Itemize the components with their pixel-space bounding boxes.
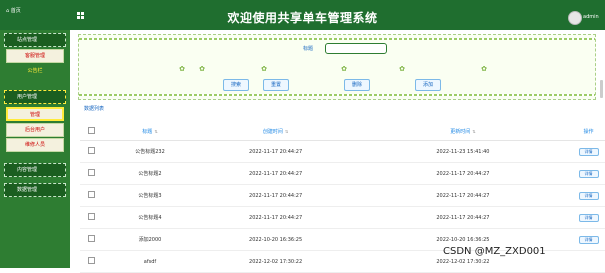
sidebar-group-label: 站点管理 bbox=[17, 37, 38, 43]
cell-updated: 2022-11-17 20:44:27 bbox=[353, 206, 573, 229]
cell-created: 2022-11-17 20:44:27 bbox=[197, 140, 354, 163]
sidebar-group-label: 内容管理 bbox=[17, 167, 38, 173]
avatar[interactable] bbox=[568, 11, 582, 25]
vine-decoration bbox=[79, 94, 595, 96]
sidebar-item-label: 公告栏 bbox=[27, 68, 43, 74]
main-content: 标题 ✿ ✿ ✿ ✿ ✿ ✿ 搜索 重置 删除 添加 数据列表 标题 ⇅ 创建时间… bbox=[70, 30, 605, 273]
sort-icon: ⇅ bbox=[154, 128, 158, 134]
username[interactable]: admin bbox=[583, 14, 599, 20]
row-checkbox[interactable] bbox=[80, 184, 103, 207]
top-bar: ⌂ 首页 欢迎使用共享单车管理系统 admin bbox=[0, 0, 605, 30]
sidebar-group-data[interactable]: 数据管理 bbox=[4, 183, 66, 197]
detail-button[interactable]: 详情 bbox=[578, 213, 599, 222]
sidebar-item-repair[interactable]: 维修人员 bbox=[6, 138, 64, 152]
page-title: 欢迎使用共享单车管理系统 bbox=[227, 11, 378, 25]
cell-updated: 2022-11-23 15:41:40 bbox=[353, 140, 573, 163]
search-input[interactable] bbox=[325, 43, 387, 54]
row-checkbox[interactable] bbox=[80, 228, 103, 251]
cell-created: 2022-11-17 20:44:27 bbox=[197, 206, 354, 229]
column-header-updated[interactable]: 更新时间 ⇅ bbox=[353, 122, 573, 141]
detail-button[interactable]: 详情 bbox=[578, 235, 599, 244]
sidebar-group-site[interactable]: 站点管理 bbox=[4, 33, 66, 47]
cell-title: 公告标题3 bbox=[102, 184, 198, 207]
delete-button[interactable]: 删除 bbox=[344, 79, 370, 91]
search-label: 标题 bbox=[303, 46, 314, 52]
add-button[interactable]: 添加 bbox=[415, 79, 441, 91]
detail-button[interactable]: 详情 bbox=[578, 169, 599, 178]
sidebar-group-label: 用户管理 bbox=[17, 94, 38, 100]
sort-icon: ⇅ bbox=[472, 128, 476, 134]
sidebar-item-manage[interactable]: 管理 bbox=[6, 107, 64, 121]
column-header-title[interactable]: 标题 ⇅ bbox=[102, 122, 198, 141]
cell-title: 公告标题2 bbox=[102, 162, 198, 185]
row-checkbox[interactable] bbox=[80, 140, 103, 163]
search-panel: 标题 ✿ ✿ ✿ ✿ ✿ ✿ 搜索 重置 删除 添加 bbox=[78, 34, 596, 100]
cell-created: 2022-11-17 20:44:27 bbox=[197, 184, 354, 207]
detail-button[interactable]: 详情 bbox=[578, 147, 599, 156]
flower-icon: ✿ bbox=[481, 65, 487, 73]
cell-created: 2022-11-17 20:44:27 bbox=[197, 162, 354, 185]
row-checkbox[interactable] bbox=[80, 162, 103, 185]
row-checkbox[interactable] bbox=[80, 206, 103, 229]
column-header-actions: 操作 bbox=[572, 122, 605, 141]
sidebar-group-label: 数据管理 bbox=[17, 187, 38, 193]
sidebar-item-admin-users[interactable]: 后台用户 bbox=[6, 123, 64, 137]
sidebar-item-label: 维修人员 bbox=[24, 142, 45, 148]
select-all-checkbox[interactable] bbox=[80, 122, 103, 141]
cell-title: afsdf bbox=[102, 250, 198, 273]
table-header-row: 标题 ⇅ 创建时间 ⇅ 更新时间 ⇅ 操作 bbox=[80, 122, 605, 141]
flower-icon: ✿ bbox=[179, 65, 185, 73]
cell-created: 2022-12-02 17:30:22 bbox=[197, 250, 354, 273]
table-row: 公告标题3 2022-11-17 20:44:27 2022-11-17 20:… bbox=[80, 184, 605, 207]
flower-icon: ✿ bbox=[399, 65, 405, 73]
sidebar-item-notice[interactable]: 公告栏 bbox=[6, 65, 64, 79]
sidebar-item-label: 客服管理 bbox=[24, 53, 45, 59]
flower-icon: ✿ bbox=[261, 65, 267, 73]
flower-icon: ✿ bbox=[199, 65, 205, 73]
column-header-created[interactable]: 创建时间 ⇅ bbox=[197, 122, 354, 141]
table-row: 公告标题4 2022-11-17 20:44:27 2022-11-17 20:… bbox=[80, 206, 605, 229]
cell-actions bbox=[572, 250, 605, 273]
detail-button[interactable]: 详情 bbox=[578, 191, 599, 200]
flower-icon: ✿ bbox=[341, 65, 347, 73]
watermark: CSDN @MZ_ZXD001 bbox=[443, 246, 546, 257]
cell-title: 公告标题232 bbox=[102, 140, 198, 163]
cell-created: 2022-10-20 16:36:25 bbox=[197, 228, 354, 251]
sidebar-item-label: 管理 bbox=[29, 112, 40, 118]
sidebar-item-label: 后台用户 bbox=[24, 127, 45, 133]
sidebar: 站点管理 客服管理 公告栏 用户管理 管理 后台用户 维修人员 内容管理 数据管… bbox=[0, 30, 70, 268]
sidebar-group-content[interactable]: 内容管理 bbox=[4, 163, 66, 177]
sidebar-group-users[interactable]: 用户管理 bbox=[4, 90, 66, 104]
reset-button[interactable]: 重置 bbox=[263, 79, 289, 91]
row-checkbox[interactable] bbox=[80, 250, 103, 273]
sort-icon: ⇅ bbox=[284, 128, 289, 134]
table-row: 公告标题2 2022-11-17 20:44:27 2022-11-17 20:… bbox=[80, 162, 605, 185]
cell-updated: 2022-11-17 20:44:27 bbox=[353, 162, 573, 185]
search-button[interactable]: 搜索 bbox=[223, 79, 249, 91]
list-title: 数据列表 bbox=[84, 106, 105, 112]
cell-updated: 2022-11-17 20:44:27 bbox=[353, 184, 573, 207]
table-row: 公告标题232 2022-11-17 20:44:27 2022-11-23 1… bbox=[80, 140, 605, 163]
cell-title: 添加2000 bbox=[102, 228, 198, 251]
sidebar-item-service[interactable]: 客服管理 bbox=[6, 49, 64, 63]
vine-decoration bbox=[79, 38, 595, 40]
scrollbar[interactable] bbox=[600, 80, 603, 98]
cell-title: 公告标题4 bbox=[102, 206, 198, 229]
